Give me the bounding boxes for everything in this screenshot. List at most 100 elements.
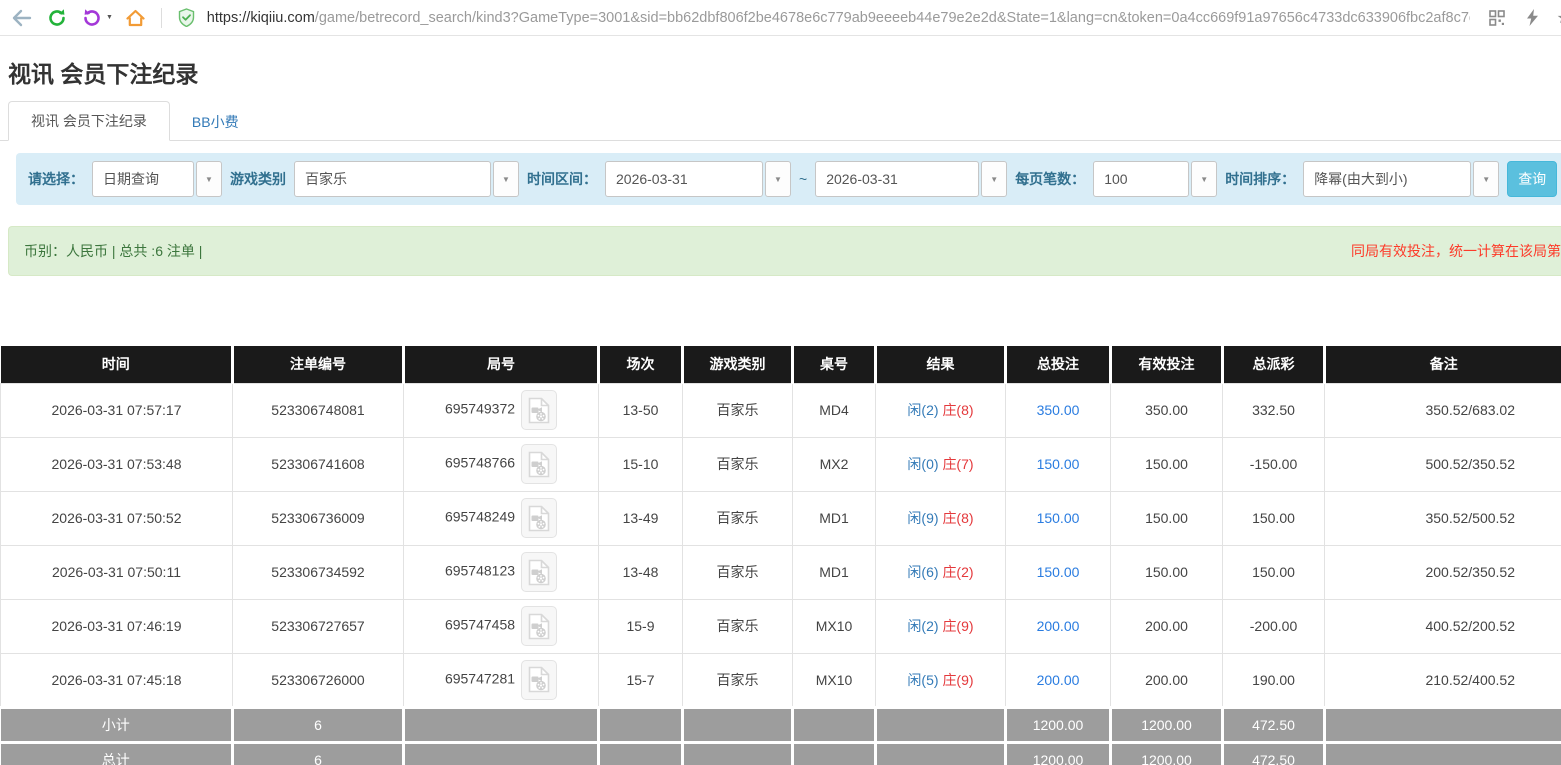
sort-input[interactable] — [1303, 161, 1471, 197]
undo-button[interactable]: ▼ — [80, 6, 113, 30]
tab-bar: 视讯 会员下注纪录 BB小费 — [0, 106, 1561, 141]
cell-table-no: MD4 — [793, 383, 876, 437]
lightning-icon[interactable] — [1521, 6, 1545, 30]
address-bar[interactable]: https://kiqiiu.com/game/betrecord_search… — [175, 6, 1470, 30]
tab-bet-records[interactable]: 视讯 会员下注纪录 — [8, 101, 170, 141]
back-icon[interactable] — [10, 6, 34, 30]
video-replay-button[interactable] — [521, 660, 557, 700]
video-replay-button[interactable] — [521, 390, 557, 430]
date-from-input[interactable] — [605, 161, 763, 197]
query-type-input[interactable] — [92, 161, 194, 197]
table-row: 2026-03-31 07:50:11 523306734592 6957481… — [1, 545, 1561, 599]
cell-total-bet: 150.00 — [1006, 491, 1111, 545]
total-bet-link[interactable]: 350.00 — [1037, 402, 1080, 418]
total-bet-link[interactable]: 150.00 — [1037, 564, 1080, 580]
cell-table-no: MX2 — [793, 437, 876, 491]
url-path: /game/betrecord_search/kind3?GameType=30… — [315, 10, 1470, 26]
video-file-icon — [528, 451, 550, 478]
result-player: 闲(5) — [907, 672, 938, 688]
search-button[interactable]: 查询 — [1507, 161, 1557, 197]
cell-time: 2026-03-31 07:50:52 — [1, 491, 233, 545]
sort-caret-icon[interactable]: ▼ — [1473, 161, 1499, 197]
total-total-bet: 1200.00 — [1006, 742, 1111, 765]
result-player: 闲(2) — [907, 618, 938, 634]
cell-payout: -150.00 — [1223, 437, 1325, 491]
currency-total-text: 币别：人民币 | 总共 :6 注单 | — [24, 241, 202, 261]
cell-payout: -200.00 — [1223, 599, 1325, 653]
per-page-combo: ▼ — [1093, 161, 1217, 197]
query-type-combo: ▼ — [92, 161, 222, 197]
round-id-text: 695749372 — [445, 401, 515, 417]
cell-table-no: MX10 — [793, 599, 876, 653]
header-remark: 备注 — [1325, 346, 1561, 383]
url-text[interactable]: https://kiqiiu.com/game/betrecord_search… — [207, 10, 1470, 26]
cell-total-bet: 350.00 — [1006, 383, 1111, 437]
cell-result: 闲(2) 庄(9) — [876, 599, 1006, 653]
cell-result: 闲(6) 庄(2) — [876, 545, 1006, 599]
cell-time: 2026-03-31 07:53:48 — [1, 437, 233, 491]
result-banker: 庄(9) — [942, 618, 973, 634]
subtotal-label: 小计 — [1, 707, 233, 742]
per-page-label: 每页笔数： — [1015, 169, 1085, 189]
cell-bet-id: 523306726000 — [233, 653, 404, 707]
total-payout: 472.50 — [1223, 742, 1325, 765]
tab-bb-tip[interactable]: BB小费 — [170, 103, 261, 141]
total-row: 总计 6 1200.00 1200.00 472.50 — [1, 742, 1561, 765]
header-total-bet: 总投注 — [1006, 346, 1111, 383]
header-table-no: 桌号 — [793, 346, 876, 383]
game-type-input[interactable] — [294, 161, 491, 197]
cell-time: 2026-03-31 07:50:11 — [1, 545, 233, 599]
cell-valid-bet: 200.00 — [1111, 599, 1223, 653]
time-range-label: 时间区间： — [527, 169, 597, 189]
refresh-icon[interactable] — [45, 6, 69, 30]
cell-time: 2026-03-31 07:57:17 — [1, 383, 233, 437]
video-replay-button[interactable] — [521, 498, 557, 538]
cell-payout: 190.00 — [1223, 653, 1325, 707]
game-type-label: 游戏类别 — [230, 169, 286, 189]
per-page-input[interactable] — [1093, 161, 1189, 197]
toolbar-divider — [161, 8, 162, 28]
total-bet-link[interactable]: 150.00 — [1037, 456, 1080, 472]
cell-bet-id: 523306741608 — [233, 437, 404, 491]
cell-round-id: 695747281 — [404, 653, 599, 707]
result-banker: 庄(8) — [942, 402, 973, 418]
game-type-combo: ▼ — [294, 161, 519, 197]
total-label: 总计 — [1, 742, 233, 765]
cell-remark: 500.52/350.52 — [1325, 437, 1561, 491]
table-row: 2026-03-31 07:45:18 523306726000 6957472… — [1, 653, 1561, 707]
table-row: 2026-03-31 07:57:17 523306748081 6957493… — [1, 383, 1561, 437]
undo-dropdown-caret-icon[interactable]: ▼ — [106, 14, 113, 21]
security-shield-icon[interactable] — [175, 6, 199, 30]
date-from-caret-icon[interactable]: ▼ — [765, 161, 791, 197]
cell-total-bet: 150.00 — [1006, 437, 1111, 491]
video-replay-button[interactable] — [521, 552, 557, 592]
cell-valid-bet: 200.00 — [1111, 653, 1223, 707]
date-to-caret-icon[interactable]: ▼ — [981, 161, 1007, 197]
cell-session: 13-50 — [599, 383, 683, 437]
cell-round-id: 695748249 — [404, 491, 599, 545]
qr-code-icon[interactable] — [1485, 6, 1509, 30]
cell-game: 百家乐 — [683, 437, 793, 491]
home-icon[interactable] — [124, 6, 148, 30]
table-row: 2026-03-31 07:46:19 523306727657 6957474… — [1, 599, 1561, 653]
query-type-caret-icon[interactable]: ▼ — [196, 161, 222, 197]
total-bet-link[interactable]: 200.00 — [1037, 672, 1080, 688]
video-replay-button[interactable] — [521, 444, 557, 484]
header-session: 场次 — [599, 346, 683, 383]
video-replay-button[interactable] — [521, 606, 557, 646]
page-title: 视讯 会员下注纪录 — [8, 55, 1561, 89]
round-id-text: 695747281 — [445, 670, 515, 686]
url-host: https://kiqiiu.com — [207, 10, 315, 26]
table-header-row: 时间 注单编号 局号 场次 游戏类别 桌号 结果 总投注 有效投注 总派彩 备注 — [1, 346, 1561, 383]
total-bet-link[interactable]: 150.00 — [1037, 510, 1080, 526]
cell-round-id: 695749372 — [404, 383, 599, 437]
date-to-input[interactable] — [815, 161, 979, 197]
total-bet-link[interactable]: 200.00 — [1037, 618, 1080, 634]
game-type-caret-icon[interactable]: ▼ — [493, 161, 519, 197]
cell-game: 百家乐 — [683, 653, 793, 707]
cell-round-id: 695748766 — [404, 437, 599, 491]
clipped-star-icon[interactable]: ★ — [1557, 8, 1561, 28]
cell-payout: 150.00 — [1223, 491, 1325, 545]
per-page-caret-icon[interactable]: ▼ — [1191, 161, 1217, 197]
undo-icon[interactable] — [80, 6, 104, 30]
